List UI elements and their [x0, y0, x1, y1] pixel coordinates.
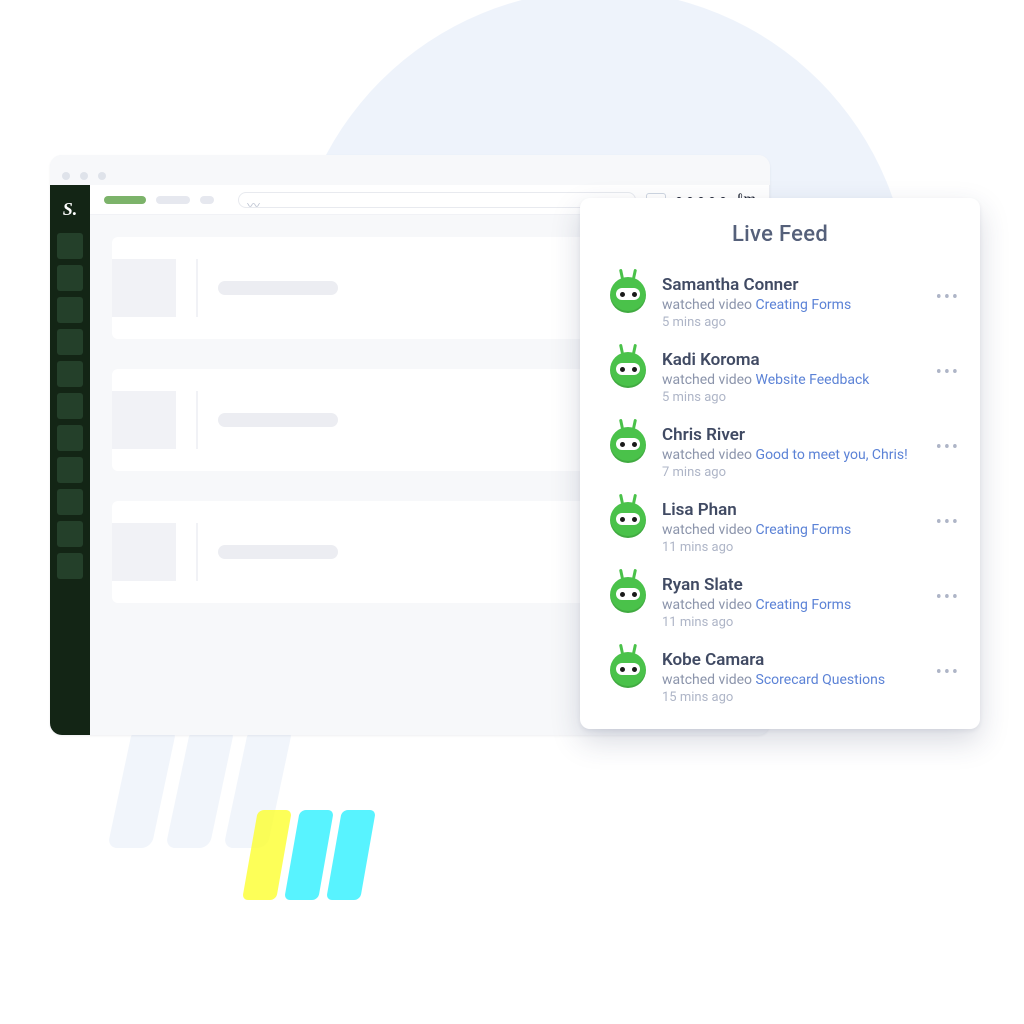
- feed-activity-line: watched video Website Feedback: [662, 372, 920, 388]
- feed-action: watched video: [662, 372, 752, 388]
- skeleton-thumb: [112, 259, 176, 317]
- live-feed-item[interactable]: Kobe Camara watched video Scorecard Ques…: [580, 640, 980, 715]
- more-icon[interactable]: •••: [936, 650, 960, 682]
- sidebar-item[interactable]: [57, 265, 83, 291]
- feed-activity-line: watched video Scorecard Questions: [662, 672, 920, 688]
- live-feed-title: Live Feed: [580, 198, 980, 265]
- more-icon[interactable]: •••: [936, 425, 960, 457]
- live-feed-item[interactable]: Ryan Slate watched video Creating Forms …: [580, 565, 980, 640]
- feed-user-name: Kadi Koroma: [662, 350, 920, 370]
- sidebar-item[interactable]: [57, 393, 83, 419]
- tab-inactive[interactable]: [200, 196, 214, 204]
- feed-video-link[interactable]: Creating Forms: [756, 597, 852, 613]
- skeleton-thumb: [112, 391, 176, 449]
- feed-video-link[interactable]: Scorecard Questions: [756, 672, 886, 688]
- feed-video-link[interactable]: Good to meet you, Chris!: [756, 447, 908, 463]
- feed-user-name: Kobe Camara: [662, 650, 920, 670]
- feed-user-name: Ryan Slate: [662, 575, 920, 595]
- live-feed-panel: Live Feed Samantha Conner watched video …: [580, 198, 980, 729]
- feed-timestamp: 15 mins ago: [662, 690, 920, 705]
- window-titlebar: [50, 155, 770, 185]
- feed-user-name: Lisa Phan: [662, 500, 920, 520]
- window-control-zoom[interactable]: [98, 172, 106, 180]
- live-feed-item[interactable]: Chris River watched video Good to meet y…: [580, 415, 980, 490]
- sidebar-item[interactable]: [57, 521, 83, 547]
- content-card-skeleton[interactable]: [112, 369, 600, 471]
- feed-video-link[interactable]: Creating Forms: [756, 297, 852, 313]
- feed-action: watched video: [662, 297, 752, 313]
- skeleton-thumb: [112, 523, 176, 581]
- sidebar-item[interactable]: [57, 425, 83, 451]
- sidebar-item[interactable]: [57, 297, 83, 323]
- sidebar: S.: [50, 185, 90, 735]
- tab-inactive[interactable]: [156, 196, 190, 204]
- feed-timestamp: 7 mins ago: [662, 465, 920, 480]
- feed-timestamp: 5 mins ago: [662, 315, 920, 330]
- sidebar-item[interactable]: [57, 457, 83, 483]
- live-feed-item[interactable]: Kadi Koroma watched video Website Feedba…: [580, 340, 980, 415]
- feed-timestamp: 5 mins ago: [662, 390, 920, 405]
- live-feed-item[interactable]: Samantha Conner watched video Creating F…: [580, 265, 980, 340]
- live-feed-item[interactable]: Lisa Phan watched video Creating Forms 1…: [580, 490, 980, 565]
- sidebar-item[interactable]: [57, 361, 83, 387]
- feed-timestamp: 11 mins ago: [662, 615, 920, 630]
- skeleton-line: [218, 413, 338, 427]
- more-icon[interactable]: •••: [936, 575, 960, 607]
- feed-timestamp: 11 mins ago: [662, 540, 920, 555]
- avatar: [610, 577, 646, 613]
- window-control-close[interactable]: [62, 172, 70, 180]
- content-card-skeleton[interactable]: [112, 237, 600, 339]
- address-bar[interactable]: [238, 192, 636, 208]
- skeleton-line: [218, 545, 338, 559]
- feed-activity-line: watched video Creating Forms: [662, 597, 920, 613]
- more-icon[interactable]: •••: [936, 500, 960, 532]
- sidebar-item[interactable]: [57, 233, 83, 259]
- feed-action: watched video: [662, 522, 752, 538]
- avatar: [610, 652, 646, 688]
- feed-activity-line: watched video Creating Forms: [662, 297, 920, 313]
- feed-activity-line: watched video Good to meet you, Chris!: [662, 447, 920, 463]
- more-icon[interactable]: •••: [936, 275, 960, 307]
- feed-user-name: Samantha Conner: [662, 275, 920, 295]
- feed-video-link[interactable]: Website Feedback: [756, 372, 870, 388]
- skeleton-line: [218, 281, 338, 295]
- content-main-column: [112, 237, 600, 713]
- avatar: [610, 352, 646, 388]
- background-decoration-highlight: [250, 810, 460, 834]
- feed-action: watched video: [662, 597, 752, 613]
- feed-user-name: Chris River: [662, 425, 920, 445]
- avatar: [610, 277, 646, 313]
- more-icon[interactable]: •••: [936, 350, 960, 382]
- avatar: [610, 502, 646, 538]
- feed-video-link[interactable]: Creating Forms: [756, 522, 852, 538]
- window-control-minimize[interactable]: [80, 172, 88, 180]
- feed-action: watched video: [662, 447, 752, 463]
- sidebar-item[interactable]: [57, 489, 83, 515]
- sidebar-item[interactable]: [57, 553, 83, 579]
- feed-activity-line: watched video Creating Forms: [662, 522, 920, 538]
- tab-active[interactable]: [104, 196, 146, 204]
- address-bar-text: [247, 195, 291, 205]
- avatar: [610, 427, 646, 463]
- feed-action: watched video: [662, 672, 752, 688]
- app-logo[interactable]: S.: [50, 193, 90, 227]
- content-card-skeleton[interactable]: [112, 501, 600, 603]
- sidebar-item[interactable]: [57, 329, 83, 355]
